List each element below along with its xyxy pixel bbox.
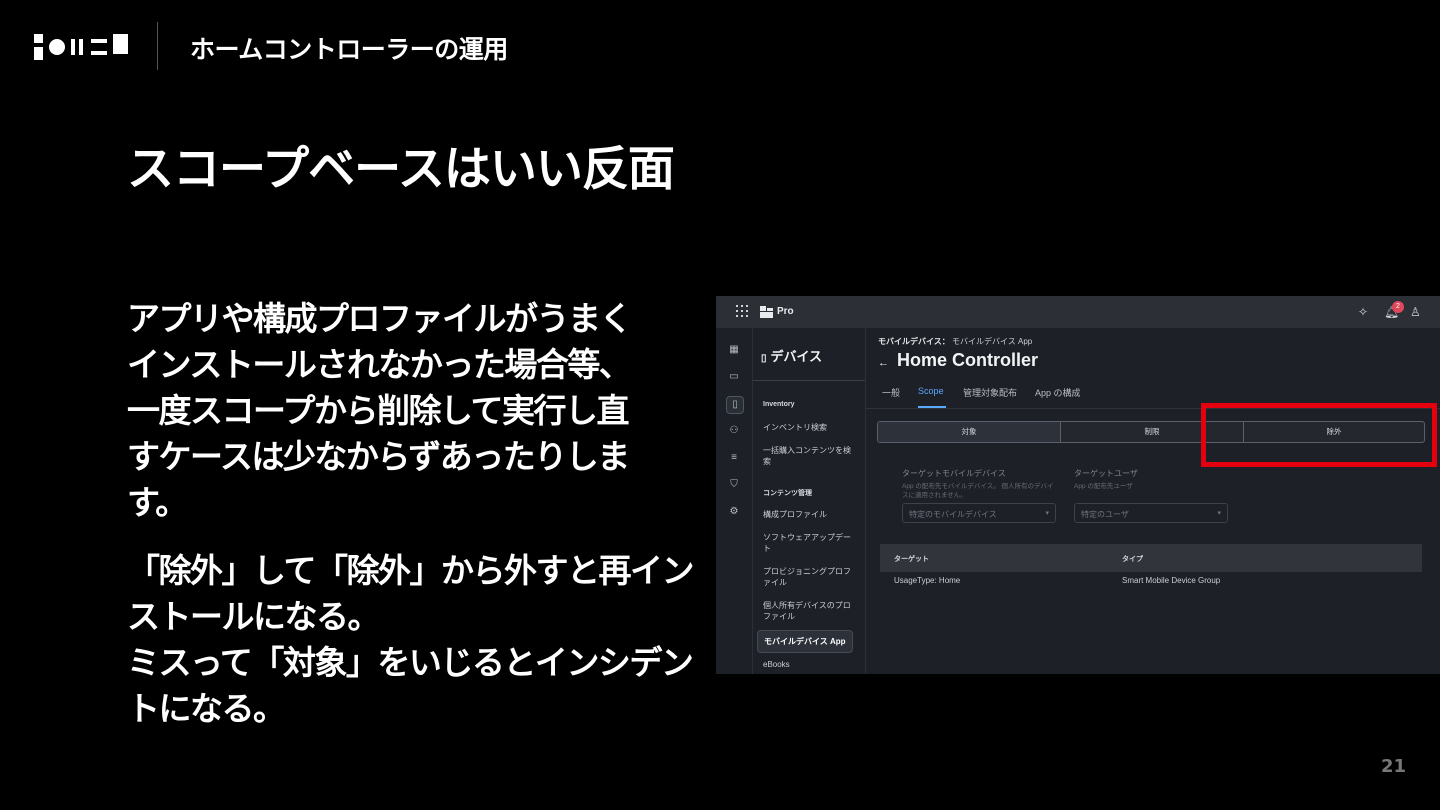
app-name: Pro	[777, 306, 794, 317]
target-devices-help: App の配布先モバイルデバイス。 個人所有のデバイスに適用されません。	[902, 483, 1054, 499]
target-users-select[interactable]: 特定のユーザ ▾	[1074, 503, 1228, 523]
header-divider	[157, 22, 158, 70]
page-number: 21	[1380, 756, 1406, 777]
devices-icon[interactable]: ▯	[726, 396, 744, 414]
body-line: アプリや構成プロファイルがうまく	[127, 299, 633, 338]
back-arrow-icon[interactable]: ←	[878, 357, 889, 369]
chevron-down-icon: ▾	[1217, 510, 1221, 517]
column-header-target[interactable]: ターゲット	[894, 554, 929, 564]
body-line: インストールされなかった場合等、	[127, 345, 632, 384]
device-icon: ▯	[761, 353, 767, 364]
body-paragraph-2: 「除外」して「除外」から外すと再イン ストールになる。 ミスって「対象」をいじる…	[127, 548, 695, 732]
sidebar-item-config-profiles[interactable]: 構成プロファイル	[763, 509, 855, 520]
target-users-label: ターゲットユーザ	[1074, 469, 1138, 478]
body-line: す。	[127, 483, 188, 522]
header-title: ホームコントローラーの運用	[190, 35, 508, 64]
sidebar-item-provisioning-profiles[interactable]: プロビジョニングプロファイル	[763, 566, 855, 588]
sidebar-section-inventory: Inventory	[763, 401, 795, 408]
notification-badge: 2	[1392, 301, 1404, 313]
active-tab-indicator	[918, 406, 946, 408]
app-topbar: Pro ✧ 🔔︎ 2 ♙	[716, 296, 1440, 328]
dashboard-icon[interactable]: ▦	[726, 342, 742, 358]
body-line: トになる。	[127, 689, 286, 728]
app-grid-icon[interactable]	[736, 305, 748, 317]
tab-scope[interactable]: Scope	[918, 386, 944, 396]
sidebar-title: ▯ デバイス	[761, 349, 823, 364]
sparkle-icon[interactable]: ✧	[1358, 305, 1368, 319]
segment-targets[interactable]: 対象	[878, 422, 1061, 442]
computer-icon[interactable]: ▭	[726, 369, 742, 385]
highlight-box	[1201, 403, 1437, 467]
users-icon[interactable]: ⚇	[726, 423, 742, 439]
tab-general[interactable]: 一般	[882, 386, 900, 399]
breadcrumb-current: モバイルデバイス App	[952, 337, 1033, 346]
table-cell-type: Smart Mobile Device Group	[1122, 576, 1221, 585]
body-line: ストールになる。	[127, 597, 381, 636]
table-cell-target: UsageType: Home	[894, 576, 961, 585]
icon-rail: ▦ ▭ ▯ ⚇ ≡ ⛉ ⚙	[716, 328, 753, 674]
pro-logo-icon	[760, 306, 773, 318]
tab-managed-distribution[interactable]: 管理対象配布	[963, 386, 1017, 399]
target-devices-label: ターゲットモバイルデバイス	[902, 469, 1006, 478]
body-paragraph-1: アプリや構成プロファイルがうまく インストールされなかった場合等、 一度スコープ…	[127, 296, 687, 526]
body-line: 一度スコープから削除して実行し直	[127, 391, 630, 430]
user-icon[interactable]: ♙	[1410, 305, 1421, 319]
sidebar-item-personal-device-profiles[interactable]: 個人所有デバイスのプロファイル	[763, 600, 855, 622]
sidebar-item-bulk-content-search[interactable]: 一括購入コンテンツを検索	[763, 445, 855, 467]
company-logo	[34, 34, 128, 60]
target-users-help: App の配布先ユーザ	[1074, 483, 1133, 490]
sidebar-item-ebooks[interactable]: eBooks	[763, 659, 855, 670]
target-devices-select[interactable]: 特定のモバイルデバイス ▾	[902, 503, 1056, 523]
sidebar-item-inventory-search[interactable]: インベントリ検索	[763, 422, 855, 433]
app-screenshot: Pro ✧ 🔔︎ 2 ♙ ▦ ▭ ▯ ⚇ ≡ ⛉ ⚙ ▯ デバイス Invento…	[716, 296, 1440, 674]
gear-icon[interactable]: ⚙	[726, 504, 742, 520]
sidebar-section-content-management: コンテンツ管理	[763, 490, 812, 497]
sidebar-item-mobile-device-apps[interactable]: モバイルデバイス App	[757, 630, 853, 653]
sidebar-divider	[753, 380, 865, 381]
page-title: ← Home Controller	[878, 350, 1039, 370]
main-panel: モバイルデバイス： モバイルデバイス App ← Home Controller …	[866, 328, 1440, 674]
sidebar-item-software-update[interactable]: ソフトウェアアップデート	[763, 532, 855, 554]
body-line: ミスって「対象」をいじるとインシデン	[127, 643, 694, 682]
tab-app-config[interactable]: App の構成	[1035, 386, 1081, 399]
column-header-type[interactable]: タイプ	[1122, 554, 1143, 564]
body-line: すケースは少なからずあったりしま	[127, 437, 630, 476]
body-line: 「除外」して「除外」から外すと再イン	[127, 551, 695, 590]
sliders-icon[interactable]: ≡	[726, 450, 742, 466]
breadcrumb: モバイルデバイス： モバイルデバイス App	[878, 336, 1032, 347]
sidebar: ▯ デバイス Inventory インベントリ検索 一括購入コンテンツを検索 コン…	[753, 328, 866, 674]
slide-title: スコープベースはいい反面	[127, 142, 675, 197]
table-header: ターゲット タイプ	[880, 544, 1422, 572]
chevron-down-icon: ▾	[1045, 510, 1049, 517]
breadcrumb-parent[interactable]: モバイルデバイス：	[878, 337, 950, 346]
shield-icon[interactable]: ⛉	[726, 477, 742, 493]
